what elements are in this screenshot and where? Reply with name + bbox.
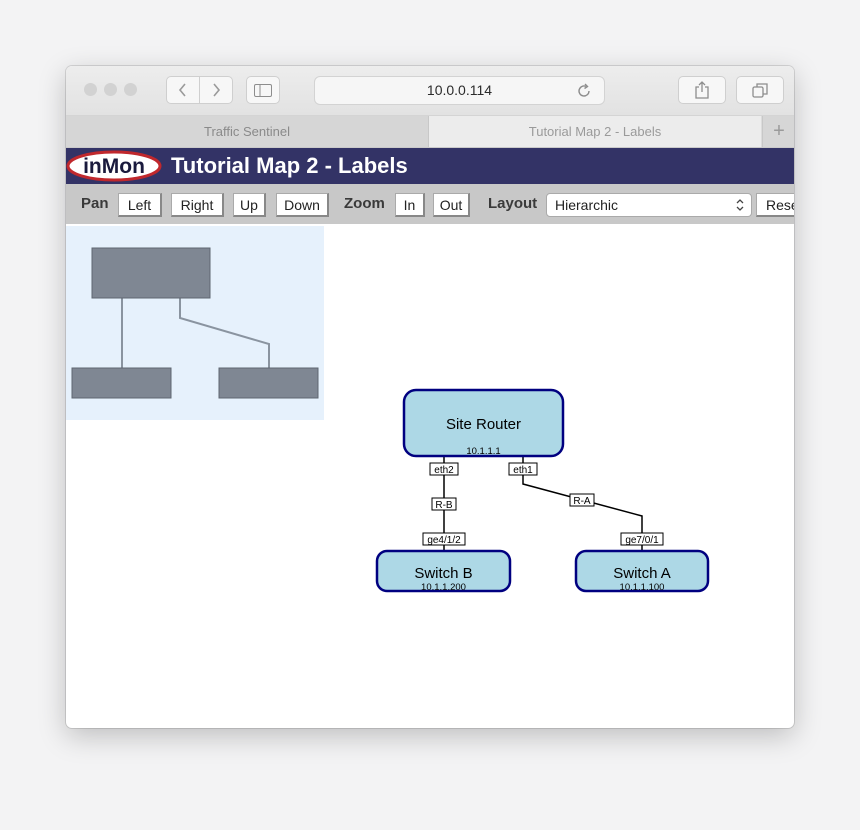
link-r-a-label: R-A — [573, 496, 591, 507]
link-r-a-box — [569, 493, 595, 507]
close-window-button[interactable] — [84, 83, 97, 96]
browser-toolbar: 10.0.0.114 — [66, 66, 794, 116]
reset-button[interactable]: Reset — [756, 193, 794, 217]
tabs-overview-button[interactable] — [736, 76, 784, 104]
browser-window: 10.0.0.114 Traffic Sentinel Tutorial Map… — [66, 66, 794, 728]
pan-down-button[interactable]: Down — [276, 193, 329, 217]
node-switch-b-name: Switch B — [414, 565, 472, 582]
chevron-right-icon — [213, 83, 221, 97]
sidebar-toggle-button[interactable] — [246, 76, 280, 104]
overview-minimap[interactable] — [66, 226, 324, 420]
port-eth1-box — [508, 462, 538, 476]
port-ge7-box — [620, 532, 664, 546]
minimap-node-router — [91, 247, 211, 299]
share-button[interactable] — [678, 76, 726, 104]
tabs-icon — [752, 83, 768, 98]
minimize-window-button[interactable] — [104, 83, 117, 96]
minimap-canvas — [71, 247, 319, 399]
link-r-a-line — [522, 456, 643, 552]
minimap-link-a — [179, 298, 270, 370]
tab-bar: Traffic Sentinel Tutorial Map 2 - Labels… — [66, 116, 794, 148]
node-site-router-ip: 10.1.1.1 — [466, 446, 500, 457]
minimap-node-switch-b — [71, 367, 172, 399]
tab-tutorial-map[interactable]: Tutorial Map 2 - Labels — [429, 116, 761, 147]
reload-icon[interactable] — [576, 83, 592, 99]
minimap-node-switch-a — [218, 367, 319, 399]
page-title: Tutorial Map 2 - Labels — [171, 153, 408, 178]
port-ge4-box — [422, 532, 466, 546]
node-switch-b-ip: 10.1.1.200 — [421, 582, 466, 593]
port-ge7-label: ge7/0/1 — [625, 535, 659, 546]
node-switch-a-ip: 10.1.1.100 — [620, 582, 665, 593]
layout-select[interactable]: Hierarchic — [546, 193, 752, 217]
node-switch-a-name: Switch A — [613, 565, 671, 582]
pan-right-button[interactable]: Right — [171, 193, 224, 217]
forward-button[interactable] — [199, 76, 233, 104]
zoom-in-button[interactable]: In — [395, 193, 425, 217]
tab-traffic-sentinel[interactable]: Traffic Sentinel — [66, 116, 429, 147]
map-controls: Pan Left Right Up Down Zoom In Out Layou… — [66, 184, 794, 224]
svg-text:inMon: inMon — [83, 155, 145, 178]
zoom-out-button[interactable]: Out — [433, 193, 470, 217]
back-button[interactable] — [166, 76, 200, 104]
zoom-label: Zoom — [344, 195, 385, 212]
port-ge4-label: ge4/1/2 — [427, 535, 461, 546]
node-site-router-name: Site Router — [446, 416, 521, 433]
pan-up-button[interactable]: Up — [233, 193, 266, 217]
inmon-logo: inMon — [66, 150, 162, 182]
chevron-left-icon — [178, 83, 186, 97]
link-r-b-box — [431, 497, 457, 511]
port-eth2-label: eth2 — [434, 465, 454, 476]
address-bar[interactable]: 10.0.0.114 — [314, 76, 605, 105]
pan-left-button[interactable]: Left — [118, 193, 162, 217]
updown-chevron-icon — [736, 199, 744, 211]
port-eth1-label: eth1 — [513, 465, 533, 476]
zoom-window-button[interactable] — [124, 83, 137, 96]
node-site-router[interactable]: Site Router 10.1.1.1 — [402, 388, 565, 458]
sidebar-icon — [254, 83, 272, 97]
address-text: 10.0.0.114 — [426, 82, 493, 98]
app-header: inMon Tutorial Map 2 - Labels — [66, 148, 794, 184]
node-switch-b[interactable]: Switch B 10.1.1.200 — [375, 549, 512, 593]
link-r-b-label: R-B — [435, 500, 453, 511]
new-tab-button[interactable]: + — [762, 116, 794, 147]
layout-label: Layout — [488, 195, 538, 212]
node-switch-a[interactable]: Switch A 10.1.1.100 — [574, 549, 710, 593]
port-eth2-box — [429, 462, 459, 476]
share-icon — [695, 81, 709, 99]
pan-label: Pan — [81, 195, 109, 212]
layout-select-value: Hierarchic — [555, 197, 619, 213]
